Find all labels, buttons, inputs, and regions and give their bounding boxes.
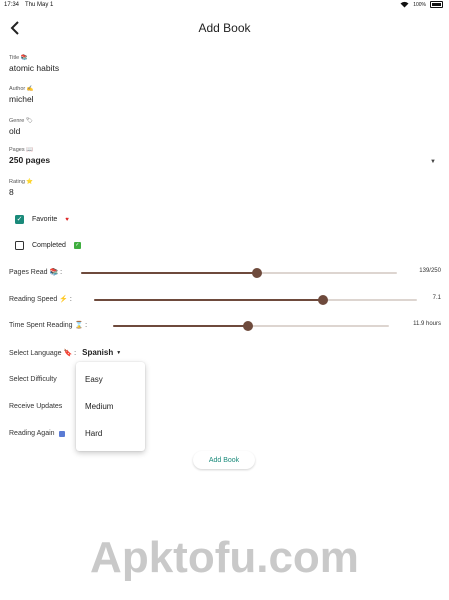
difficulty-label: Select Difficulty <box>9 376 57 383</box>
status-time: 17:34 <box>4 2 20 8</box>
status-bar: 17:34 Thu May 1 100% <box>0 0 449 12</box>
pages-read-value: 139/250 <box>419 268 441 274</box>
difficulty-option-medium[interactable]: Medium <box>85 402 113 411</box>
difficulty-row[interactable]: Select Difficulty <box>9 376 57 383</box>
heart-icon: ♥ <box>65 216 69 223</box>
time-spent-label: Time Spent Reading ⌛ : <box>9 322 88 329</box>
pages-read-slider-thumb[interactable] <box>251 268 262 278</box>
title-label: Title 📚 <box>9 55 28 61</box>
completed-label: Completed <box>32 242 66 249</box>
reading-speed-slider-thumb[interactable] <box>318 295 329 305</box>
caret-down-icon: ▼ <box>116 349 122 356</box>
author-field[interactable]: Author ✍ michel <box>9 86 34 104</box>
pages-label: Pages 📖 <box>9 147 33 153</box>
battery-percent: 100% <box>413 1 426 8</box>
favorite-row[interactable]: ✓ Favorite ♥ <box>15 215 69 224</box>
time-spent-value: 11.9 hours <box>413 321 441 327</box>
pages-read-slider-row: Pages Read 📚 : 139/250 <box>9 265 441 281</box>
time-spent-slider[interactable] <box>113 321 389 331</box>
receive-updates-label: Receive Updates <box>9 403 63 410</box>
caret-down-icon[interactable]: ▼ <box>430 159 436 165</box>
author-label: Author ✍ <box>9 86 34 92</box>
check-icon: ✓ <box>16 216 23 223</box>
rating-field[interactable]: Rating ⭐ 8 <box>9 179 33 197</box>
pages-read-slider[interactable] <box>81 268 397 278</box>
reading-speed-slider-fill <box>94 299 324 301</box>
battery-icon <box>430 1 443 8</box>
rating-label: Rating ⭐ <box>9 179 34 185</box>
author-value[interactable]: michel <box>9 94 34 104</box>
language-select[interactable]: Spanish ▼ <box>82 348 121 357</box>
reading-again-label: Reading Again <box>9 430 55 437</box>
receive-updates-row[interactable]: Receive Updates <box>9 403 62 410</box>
add-book-button[interactable]: Add Book <box>193 451 255 469</box>
app-bar: Add Book <box>0 12 449 44</box>
difficulty-dropdown-menu: Easy Medium Hard <box>76 362 145 451</box>
completed-row[interactable]: Completed ✓ <box>15 241 81 250</box>
pages-read-slider-fill <box>81 272 257 274</box>
favorite-checkbox[interactable]: ✓ <box>15 215 24 224</box>
watermark: Apktofu.com <box>90 533 359 582</box>
status-icons: 100% <box>400 1 443 8</box>
genre-label: Genre 🏷 <box>9 118 33 124</box>
time-spent-slider-thumb[interactable] <box>243 321 254 331</box>
reading-again-row[interactable]: Reading Again <box>9 430 65 437</box>
completed-checkbox[interactable] <box>15 241 24 250</box>
reading-speed-slider-row: Reading Speed ⚡ : 7.1 <box>9 292 441 308</box>
reading-speed-label: Reading Speed ⚡ : <box>9 296 72 303</box>
genre-value[interactable]: old <box>9 126 33 136</box>
pages-value[interactable]: 250 pages <box>9 155 439 165</box>
pages-select[interactable]: Pages 📖 250 pages ▼ <box>9 147 439 165</box>
genre-field[interactable]: Genre 🏷 old <box>9 118 33 136</box>
check-mark-icon: ✓ <box>73 242 81 249</box>
time-spent-slider-row: Time Spent Reading ⌛ : 11.9 hours <box>9 318 441 334</box>
time-spent-slider-fill <box>113 325 249 327</box>
wifi-icon <box>400 1 409 8</box>
status-date: Thu May 1 <box>25 2 54 8</box>
page-title: Add Book <box>198 21 251 35</box>
language-row: Select Language 🔖 : Spanish ▼ <box>9 348 121 357</box>
reading-speed-value: 7.1 <box>432 295 441 301</box>
difficulty-option-easy[interactable]: Easy <box>85 375 103 384</box>
favorite-label: Favorite <box>32 216 58 223</box>
repeat-icon <box>58 430 65 437</box>
title-field[interactable]: Title 📚 atomic habits <box>9 55 59 73</box>
rating-value[interactable]: 8 <box>9 187 33 197</box>
pages-read-label: Pages Read 📚 : <box>9 269 63 276</box>
title-value[interactable]: atomic habits <box>9 63 59 73</box>
language-label: Select Language 🔖 : <box>9 349 77 357</box>
reading-speed-slider[interactable] <box>94 295 417 305</box>
language-selected: Spanish <box>82 348 114 357</box>
difficulty-option-hard[interactable]: Hard <box>85 429 102 438</box>
